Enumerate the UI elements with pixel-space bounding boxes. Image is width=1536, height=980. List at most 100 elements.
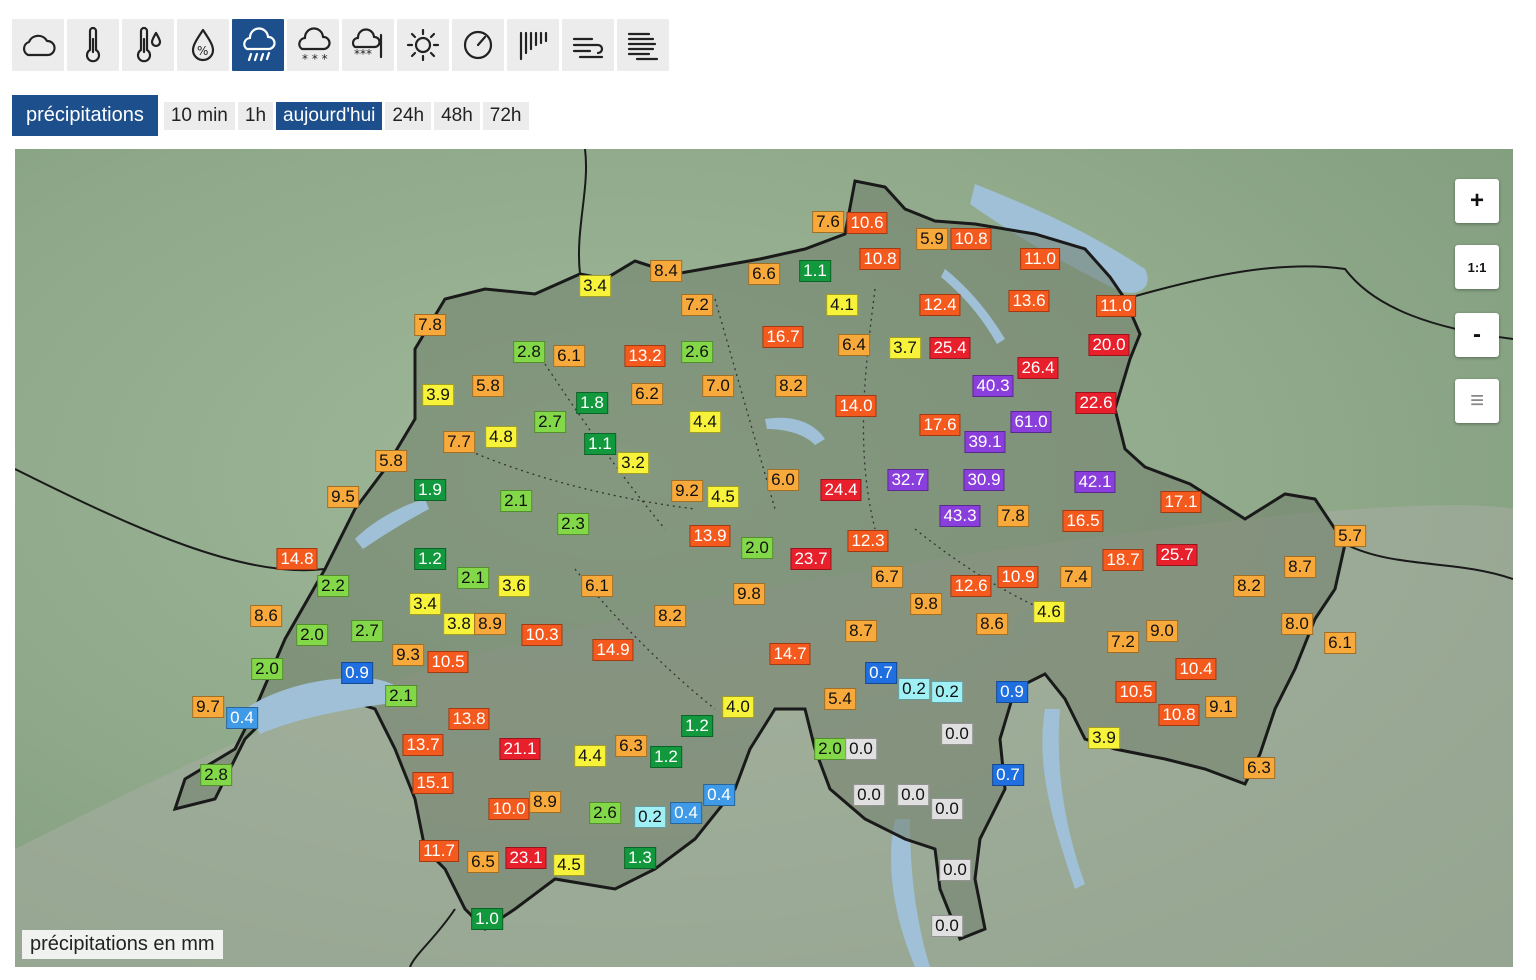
station-value[interactable]: 1.0 bbox=[471, 908, 503, 930]
station-value[interactable]: 7.7 bbox=[443, 431, 475, 453]
station-value[interactable]: 3.6 bbox=[498, 575, 530, 597]
station-value[interactable]: 40.3 bbox=[972, 375, 1014, 397]
station-value[interactable]: 6.3 bbox=[615, 735, 647, 757]
station-value[interactable]: 25.7 bbox=[1156, 544, 1198, 566]
station-value[interactable]: 2.3 bbox=[557, 513, 589, 535]
dewpoint-tool-button[interactable] bbox=[122, 19, 174, 71]
station-value[interactable]: 3.4 bbox=[579, 275, 611, 297]
station-value[interactable]: 15.1 bbox=[412, 772, 454, 794]
station-value[interactable]: 8.2 bbox=[1233, 575, 1265, 597]
station-value[interactable]: 10.3 bbox=[521, 624, 563, 646]
station-value[interactable]: 6.1 bbox=[553, 345, 585, 367]
station-value[interactable]: 1.8 bbox=[576, 392, 608, 414]
station-value[interactable]: 2.1 bbox=[500, 490, 532, 512]
station-value[interactable]: 25.4 bbox=[929, 337, 971, 359]
station-value[interactable]: 7.2 bbox=[681, 294, 713, 316]
station-value[interactable]: 5.4 bbox=[824, 688, 856, 710]
station-value[interactable]: 9.2 bbox=[671, 480, 703, 502]
sunshine-tool-button[interactable] bbox=[397, 19, 449, 71]
pressure-tool-button[interactable] bbox=[452, 19, 504, 71]
station-value[interactable]: 17.1 bbox=[1160, 491, 1202, 513]
station-value[interactable]: 0.4 bbox=[670, 802, 702, 824]
station-value[interactable]: 10.9 bbox=[997, 566, 1039, 588]
temperature-tool-button[interactable] bbox=[67, 19, 119, 71]
station-value[interactable]: 32.7 bbox=[887, 469, 929, 491]
station-value[interactable]: 9.7 bbox=[192, 696, 224, 718]
station-value[interactable]: 0.9 bbox=[996, 681, 1028, 703]
station-value[interactable]: 6.5 bbox=[467, 851, 499, 873]
station-value[interactable]: 13.2 bbox=[624, 345, 666, 367]
station-value[interactable]: 10.6 bbox=[846, 212, 888, 234]
station-value[interactable]: 11.0 bbox=[1096, 295, 1136, 317]
tab-1h[interactable]: 1h bbox=[237, 101, 274, 130]
station-value[interactable]: 4.5 bbox=[707, 486, 739, 508]
station-value[interactable]: 1.3 bbox=[624, 847, 656, 869]
station-value[interactable]: 8.2 bbox=[775, 375, 807, 397]
station-value[interactable]: 4.8 bbox=[485, 426, 517, 448]
station-value[interactable]: 10.8 bbox=[1158, 704, 1200, 726]
tab-48h[interactable]: 48h bbox=[434, 101, 480, 130]
station-value[interactable]: 43.3 bbox=[939, 505, 981, 527]
station-value[interactable]: 0.2 bbox=[931, 681, 963, 703]
station-value[interactable]: 0.9 bbox=[341, 662, 373, 684]
station-value[interactable]: 21.1 bbox=[499, 738, 541, 760]
station-value[interactable]: 0.0 bbox=[939, 859, 971, 881]
station-value[interactable]: 18.7 bbox=[1102, 549, 1144, 571]
humidity-tool-button[interactable]: % bbox=[177, 19, 229, 71]
station-value[interactable]: 7.8 bbox=[414, 314, 446, 336]
tab-10min[interactable]: 10 min bbox=[163, 101, 235, 130]
station-value[interactable]: 7.8 bbox=[997, 505, 1029, 527]
station-value[interactable]: 8.2 bbox=[654, 605, 686, 627]
station-value[interactable]: 8.6 bbox=[250, 605, 282, 627]
station-value[interactable]: 12.6 bbox=[950, 575, 992, 597]
station-value[interactable]: 0.0 bbox=[931, 915, 963, 937]
station-value[interactable]: 23.1 bbox=[505, 847, 547, 869]
station-value[interactable]: 8.4 bbox=[650, 260, 682, 282]
station-value[interactable]: 4.4 bbox=[574, 745, 606, 767]
station-value[interactable]: 16.7 bbox=[762, 326, 804, 348]
station-value[interactable]: 10.4 bbox=[1175, 658, 1217, 680]
station-value[interactable]: 8.9 bbox=[529, 791, 561, 813]
station-value[interactable]: 2.8 bbox=[200, 764, 232, 786]
station-value[interactable]: 0.4 bbox=[703, 784, 735, 806]
station-value[interactable]: 26.4 bbox=[1017, 357, 1059, 379]
wind-tool-button[interactable] bbox=[562, 19, 614, 71]
station-value[interactable]: 3.9 bbox=[1088, 727, 1120, 749]
station-value[interactable]: 9.8 bbox=[733, 583, 765, 605]
station-value[interactable]: 2.7 bbox=[534, 411, 566, 433]
gust-tool-button[interactable] bbox=[617, 19, 669, 71]
station-value[interactable]: 9.8 bbox=[910, 593, 942, 615]
station-value[interactable]: 10.8 bbox=[950, 228, 992, 250]
station-value[interactable]: 23.7 bbox=[790, 548, 832, 570]
station-value[interactable]: 4.6 bbox=[1033, 601, 1065, 623]
station-value[interactable]: 0.0 bbox=[853, 784, 885, 806]
station-value[interactable]: 2.1 bbox=[385, 685, 417, 707]
station-value[interactable]: 6.3 bbox=[1243, 757, 1275, 779]
zoom-out-button[interactable]: - bbox=[1455, 313, 1499, 357]
rain-tool-button[interactable] bbox=[232, 19, 284, 71]
tab-today[interactable]: aujourd'hui bbox=[276, 101, 383, 130]
station-value[interactable]: 14.7 bbox=[769, 643, 811, 665]
layers-menu-button[interactable]: ≡ bbox=[1455, 379, 1499, 423]
station-value[interactable]: 61.0 bbox=[1010, 411, 1052, 433]
station-value[interactable]: 14.9 bbox=[592, 639, 634, 661]
station-value[interactable]: 5.7 bbox=[1334, 525, 1366, 547]
station-value[interactable]: 16.5 bbox=[1062, 510, 1104, 532]
station-value[interactable]: 5.9 bbox=[916, 228, 948, 250]
station-value[interactable]: 11.0 bbox=[1020, 248, 1060, 270]
station-value[interactable]: 8.7 bbox=[845, 620, 877, 642]
station-value[interactable]: 7.2 bbox=[1107, 631, 1139, 653]
station-value[interactable]: 2.0 bbox=[814, 738, 846, 760]
station-value[interactable]: 2.0 bbox=[296, 624, 328, 646]
station-value[interactable]: 2.8 bbox=[513, 341, 545, 363]
radiation-tool-button[interactable] bbox=[507, 19, 559, 71]
station-value[interactable]: 0.4 bbox=[226, 707, 258, 729]
station-value[interactable]: 6.1 bbox=[581, 575, 613, 597]
station-value[interactable]: 11.7 bbox=[419, 840, 459, 862]
station-value[interactable]: 0.0 bbox=[941, 723, 973, 745]
station-value[interactable]: 3.4 bbox=[409, 593, 441, 615]
station-value[interactable]: 8.9 bbox=[474, 613, 506, 635]
station-value[interactable]: 0.0 bbox=[845, 738, 877, 760]
station-value[interactable]: 42.1 bbox=[1074, 471, 1116, 493]
station-value[interactable]: 7.6 bbox=[812, 211, 844, 233]
